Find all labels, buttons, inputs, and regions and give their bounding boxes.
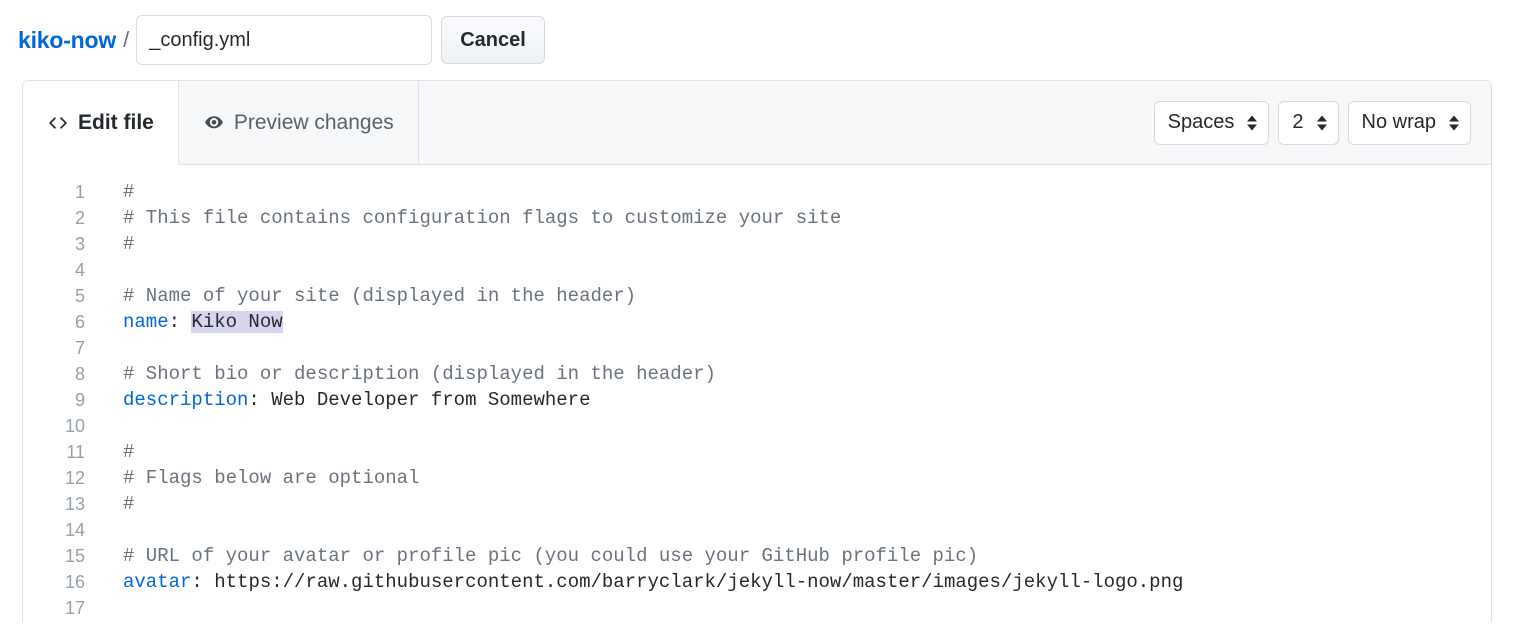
code-line[interactable]: 2 # This file contains configuration flag… [23,205,1491,231]
line-number: 18 [23,621,85,622]
code-line-content: ​ [85,335,123,361]
line-number: 5 [74,286,85,306]
code-line[interactable]: 12 # Flags below are optional [23,465,1491,491]
code-line-content: # [85,491,134,517]
file-editor-container: Edit file Preview changes Spaces 2 No wr… [22,80,1492,622]
code-line[interactable]: 10​ [23,413,1491,439]
filename-input[interactable] [136,15,433,65]
indent-size-value: 2 [1292,111,1304,133]
chevron-updown-icon [1247,115,1258,130]
line-number: 13 [64,494,85,514]
code-line[interactable]: 11 # [23,439,1491,465]
code-line[interactable]: 8 # Short bio or description (displayed i… [23,361,1491,387]
indent-size-select[interactable]: 2 [1278,100,1339,145]
code-line-content: description: Web Developer from Somewher… [85,387,591,413]
eye-icon [203,114,225,132]
code-token-key: avatar [123,571,192,593]
line-number: 16 [64,572,85,592]
code-token-comment: # Short bio or description (displayed in… [123,363,716,385]
code-line-content: # Flags below are optional [85,465,419,491]
line-number: 2 [74,208,85,228]
breadcrumb-separator: / [123,27,130,52]
code-token-key: description [123,389,249,411]
line-number: 7 [74,338,85,358]
line-number: 9 [74,390,85,410]
wrap-mode-select[interactable]: No wrap [1347,100,1471,145]
file-edit-header: kiko-now / Cancel [0,0,1516,80]
code-token-comment: # [123,493,135,515]
tab-preview-changes[interactable]: Preview changes [179,81,419,164]
code-line-content: avatar: https://raw.githubusercontent.co… [85,569,1183,595]
breadcrumb-repo-link[interactable]: kiko-now [18,27,116,54]
code-line[interactable]: 1 # [23,179,1491,205]
editor-settings-group: Spaces 2 No wrap [1153,81,1491,164]
code-line-content: name: Kiko Now [85,309,283,335]
editor-tabnav: Edit file Preview changes Spaces 2 No wr… [23,81,1491,165]
line-number: 3 [74,234,85,254]
line-number: 11 [66,442,85,462]
code-line-content: ​ [85,595,123,621]
line-number: 15 [64,546,85,566]
code-token-punct: : [168,311,192,333]
code-token-comment: # [123,181,135,203]
indent-mode-select[interactable]: Spaces [1153,100,1270,145]
code-line-content: # [85,439,134,465]
code-token-comment: # URL of your avatar or profile pic (you… [123,545,979,567]
code-line[interactable]: 17 ​ [23,595,1491,621]
code-line[interactable]: 15 # URL of your avatar or profile pic (y… [23,543,1491,569]
code-token-val: https://raw.githubusercontent.com/barryc… [214,571,1184,593]
code-line-content: ​ [85,621,123,622]
code-line-content: # Name of your site (displayed in the he… [85,283,636,309]
line-number: 14 [64,520,85,540]
line-number: 17 [64,598,85,618]
chevron-updown-icon [1449,115,1459,130]
code-token-comment: # Flags below are optional [123,467,420,489]
code-token-punct: : [191,571,215,593]
code-token-selected: Kiko Now [191,311,283,333]
code-token-comment: # [123,233,135,255]
code-line-content: # [85,231,134,257]
code-line[interactable]: 9 description: Web Developer from Somewhe… [23,387,1491,413]
code-line-content: # This file contains configuration flags… [85,205,841,231]
code-token-comment: # Name of your site (displayed in the he… [123,285,637,307]
tab-edit-file-label: Edit file [78,110,154,134]
code-token-punct: : [248,389,272,411]
code-line[interactable]: 5 # Name of your site (displayed in the h… [23,283,1491,309]
line-number: 1 [74,182,85,202]
line-number: 4 [74,260,85,280]
code-line[interactable]: 16 avatar: https://raw.githubusercontent.… [23,569,1491,595]
tab-edit-file[interactable]: Edit file [23,81,179,165]
line-number: 6 [74,312,85,332]
code-line-content: # [85,179,134,205]
code-line-content: ​ [85,413,123,439]
cancel-button[interactable]: Cancel [441,16,545,64]
line-number: 10 [64,416,85,436]
code-token-key: name [123,311,169,333]
code-line[interactable]: 4​ [23,257,1491,283]
code-line[interactable]: 14​ [23,517,1491,543]
tab-preview-changes-label: Preview changes [233,110,394,134]
code-line[interactable]: 6 name: Kiko Now [23,309,1491,335]
code-line-content: ​ [85,517,123,543]
chevron-updown-icon [1316,115,1327,130]
code-line[interactable]: 13 # [23,491,1491,517]
code-token-comment: # [123,441,135,463]
code-line[interactable]: 7​ [23,335,1491,361]
indent-mode-value: Spaces [1167,111,1235,133]
code-line[interactable]: 3 # [23,231,1491,257]
code-icon [47,114,69,132]
code-line-content: # URL of your avatar or profile pic (you… [85,543,978,569]
wrap-mode-value: No wrap [1361,111,1436,133]
code-line-content: # Short bio or description (displayed in… [85,361,716,387]
code-token-val: Web Developer from Somewhere [271,389,591,411]
line-number: 8 [74,364,85,384]
code-line-content: ​ [85,257,123,283]
line-number: 12 [64,468,85,488]
code-editor-surface[interactable]: 1 #2 # This file contains configuration fl… [23,165,1491,622]
code-token-comment: # This file contains configuration flags… [123,207,842,229]
code-line[interactable]: 18​ [23,621,1491,622]
